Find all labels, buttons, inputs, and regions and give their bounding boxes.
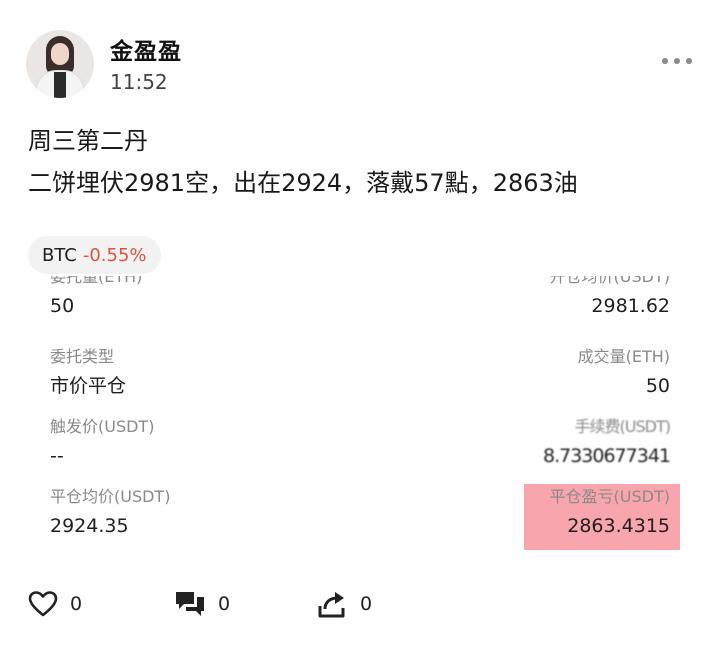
- fee: 手续费(USDT) 8.7330677341: [370, 416, 671, 470]
- order-type-value: 市价平仓: [50, 375, 127, 397]
- author-name[interactable]: 金盈盈: [110, 32, 182, 66]
- post-line-2: 二饼埋伏2981空，出在2924，落戴57點，2863油: [28, 169, 578, 197]
- avatar[interactable]: [26, 30, 94, 98]
- post-line-1: 周三第二丹: [28, 127, 148, 155]
- close-pnl-label: 平仓盈亏(USDT): [549, 487, 670, 506]
- order-qty-label: 委托量(ETH): [50, 276, 143, 286]
- share-icon: [318, 592, 345, 618]
- share-button[interactable]: 0: [316, 586, 372, 622]
- fee-value: 8.7330677341: [542, 445, 671, 467]
- comment-icon: [176, 592, 204, 616]
- filled-qty-label: 成交量(ETH): [577, 347, 670, 366]
- order-type: 委托类型 市价平仓: [50, 346, 350, 400]
- comment-count: 0: [218, 593, 231, 615]
- post-time: 11:52: [110, 70, 168, 94]
- post-actions: 0 0 0: [28, 586, 692, 622]
- more-options-icon[interactable]: [662, 58, 692, 64]
- share-count: 0: [360, 593, 373, 615]
- ticker-tag[interactable]: BTC -0.55%: [28, 236, 161, 274]
- ticker-symbol: BTC: [42, 244, 77, 266]
- close-avg-price-label: 平仓均价(USDT): [50, 487, 171, 506]
- close-avg-price: 平仓均价(USDT) 2924.35: [50, 486, 350, 540]
- close-pnl: 平仓盈亏(USDT) 2863.4315: [370, 486, 670, 540]
- trade-screenshot: 委托量(ETH) 50 开仓均价(USDT) 2981.62 委托类型 市价平仓…: [28, 276, 692, 566]
- ticker-change: -0.55%: [82, 244, 147, 266]
- like-count: 0: [70, 593, 83, 615]
- close-avg-price-value: 2924.35: [50, 515, 129, 537]
- filled-qty: 成交量(ETH) 50: [370, 346, 670, 400]
- post-body: 周三第二丹 二饼埋伏2981空，出在2924，落戴57點，2863油: [28, 120, 578, 204]
- like-button[interactable]: 0: [28, 586, 82, 622]
- close-pnl-value: 2863.4315: [567, 515, 670, 537]
- post-header: 金盈盈 11:52: [26, 30, 696, 100]
- trigger-price-value: --: [50, 445, 64, 467]
- trigger-price-label: 触发价(USDT): [50, 417, 155, 436]
- fee-label: 手续费(USDT): [574, 417, 671, 436]
- trigger-price: 触发价(USDT) --: [50, 416, 350, 470]
- open-avg-price-label: 开仓均价(USDT): [549, 276, 670, 286]
- order-type-label: 委托类型: [50, 347, 115, 366]
- order-qty-value: 50: [50, 295, 75, 317]
- open-avg-price-value: 2981.62: [591, 295, 670, 317]
- heart-icon: [28, 591, 58, 617]
- filled-qty-value: 50: [645, 375, 670, 397]
- comment-button[interactable]: 0: [174, 586, 230, 622]
- order-qty: 委托量(ETH) 50: [50, 276, 350, 320]
- open-avg-price: 开仓均价(USDT) 2981.62: [370, 276, 670, 320]
